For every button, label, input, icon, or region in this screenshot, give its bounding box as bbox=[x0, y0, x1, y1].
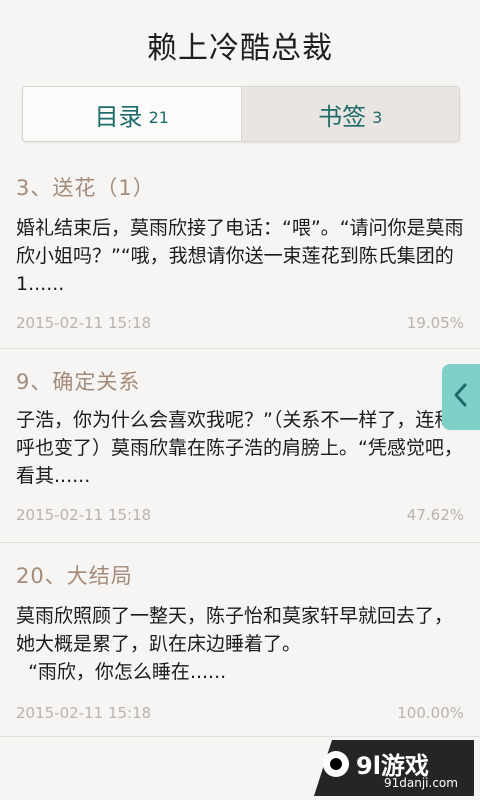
tab-catalog[interactable]: 目录 21 bbox=[23, 87, 241, 141]
bookmark-time: 2015-02-11 15:18 bbox=[16, 506, 152, 524]
bookmark-item[interactable]: 20、大结局 莫雨欣照顾了一整天，陈子怡和莫家轩早就回去了，她大概是累了，趴在床… bbox=[0, 546, 480, 736]
divider bbox=[0, 736, 480, 737]
side-panel-toggle[interactable] bbox=[442, 364, 480, 430]
bookmark-progress: 47.62% bbox=[406, 506, 464, 524]
watermark-logo: 9l游戏 91danji.com bbox=[314, 740, 474, 796]
bookmark-meta: 2015-02-11 15:18 47.62% bbox=[16, 506, 464, 524]
bookmark-excerpt: 婚礼结束后，莫雨欣接了电话：“喂”。“请问你是莫雨欣小姐吗？”“哦，我想请你送一… bbox=[16, 217, 464, 295]
bookmark-chapter-title: 9、确定关系 bbox=[16, 370, 141, 394]
bookmark-item[interactable]: 3、送花（1） 婚礼结束后，莫雨欣接了电话：“喂”。“请问你是莫雨欣小姐吗？”“… bbox=[0, 156, 480, 346]
bookmark-progress: 19.05% bbox=[406, 314, 464, 332]
bookmark-excerpt: 子浩，你为什么会喜欢我呢？”（关系不一样了，连称呼也变了）莫雨欣靠在陈子浩的肩膀… bbox=[16, 409, 463, 487]
divider bbox=[0, 348, 480, 349]
tab-bar: 目录 21 书签 3 bbox=[22, 86, 460, 142]
watermark-url: 91danji.com bbox=[384, 776, 458, 790]
bookmark-meta: 2015-02-11 15:18 19.05% bbox=[16, 314, 464, 332]
tab-bookmarks-count: 3 bbox=[372, 107, 383, 127]
bookmark-time: 2015-02-11 15:18 bbox=[16, 314, 152, 332]
divider bbox=[0, 542, 480, 543]
bookmark-chapter-title: 20、大结局 bbox=[16, 564, 133, 588]
bookmark-progress: 100.00% bbox=[397, 704, 464, 722]
chevron-left-icon bbox=[451, 380, 471, 414]
app-header: 赖上冷酷总裁 bbox=[0, 0, 480, 88]
bookmark-meta: 2015-02-11 15:18 100.00% bbox=[16, 704, 464, 722]
bookmark-item[interactable]: 9、确定关系 子浩，你为什么会喜欢我呢？”（关系不一样了，连称呼也变了）莫雨欣靠… bbox=[0, 352, 480, 542]
tab-bookmarks-label: 书签 bbox=[318, 102, 367, 131]
book-title: 赖上冷酷总裁 bbox=[147, 31, 333, 66]
bookmark-excerpt: 莫雨欣照顾了一整天，陈子怡和莫家轩早就回去了，她大概是累了，趴在床边睡着了。 “… bbox=[16, 605, 454, 683]
bookmark-chapter-title: 3、送花（1） bbox=[16, 176, 155, 200]
tab-catalog-count: 21 bbox=[148, 107, 169, 127]
tab-bookmarks[interactable]: 书签 3 bbox=[240, 87, 459, 141]
bookmark-time: 2015-02-11 15:18 bbox=[16, 704, 152, 722]
tab-catalog-label: 目录 bbox=[94, 102, 143, 131]
